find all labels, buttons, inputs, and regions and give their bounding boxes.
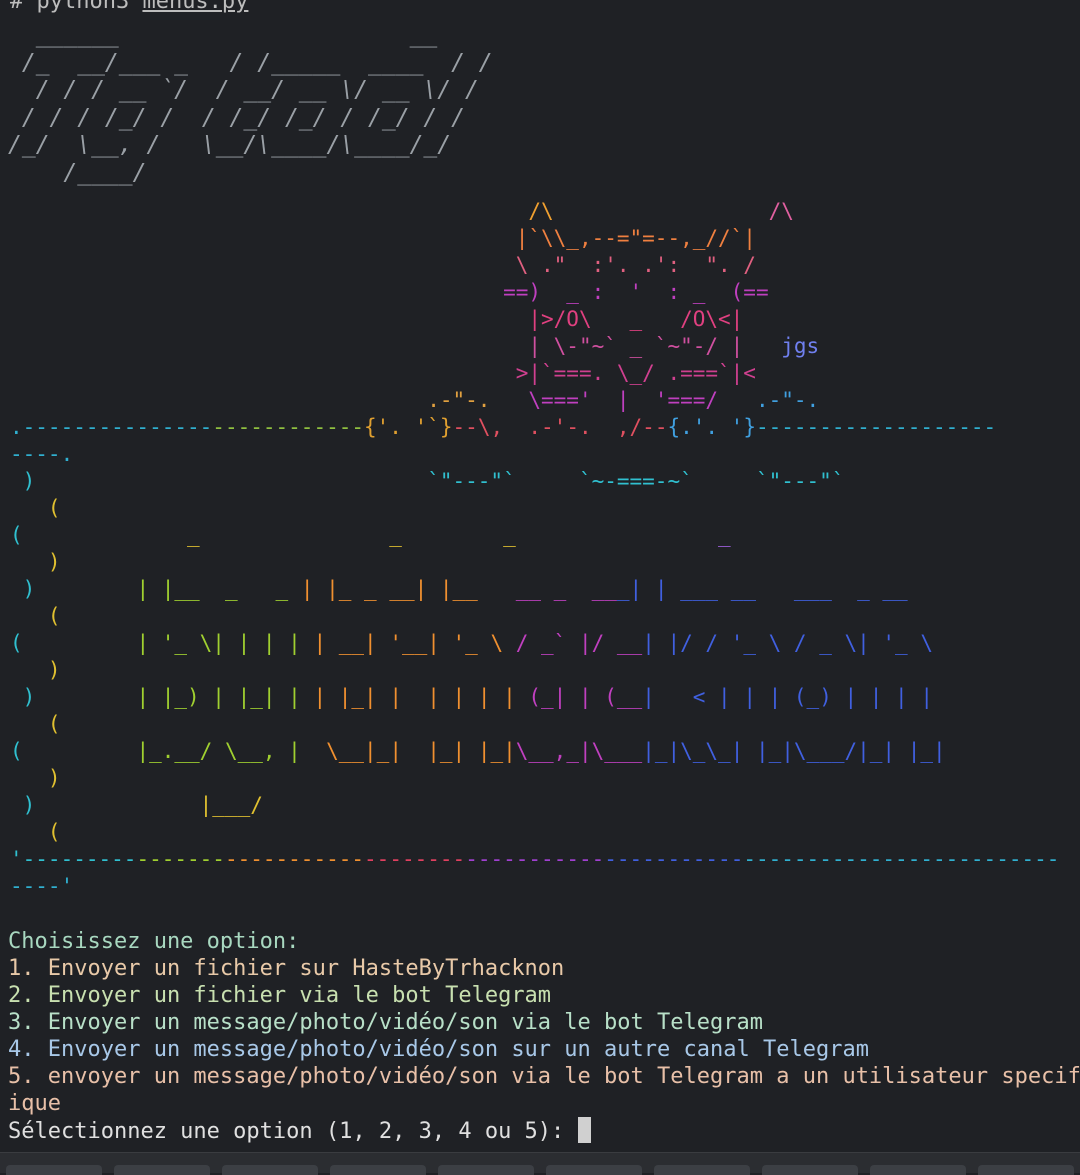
extra-key[interactable]: [978, 1165, 1074, 1175]
script-filename: menus.py: [142, 0, 249, 14]
menu-option-1: 1. Envoyer un fichier sur HasteByTrhackn…: [8, 956, 565, 981]
text-cursor[interactable]: [577, 1117, 591, 1143]
extra-key[interactable]: [762, 1165, 858, 1175]
extra-key[interactable]: [546, 1165, 642, 1175]
logo-line: /_ __/___ _ / /_____ ____ / /: [8, 49, 493, 76]
extra-keys-bar: [0, 1152, 1080, 1175]
logo-line: /____/: [8, 159, 147, 186]
ascii-logo: ______ __ /_ __/___ _ / /_____ ____ / / …: [8, 22, 493, 187]
menu-option-3: 3. Envoyer un message/photo/vidéo/son vi…: [8, 1010, 763, 1035]
extra-key[interactable]: [870, 1165, 966, 1175]
terminal-window: # python3 menus.py ______ __ /_ __/___ _…: [0, 0, 1080, 1152]
menu-heading: Choisissez une option:: [8, 929, 300, 954]
logo-line: ______ __: [8, 22, 438, 48]
input-prompt-line[interactable]: Sélectionnez une option (1, 2, 3, 4 ou 5…: [8, 1117, 1080, 1144]
ascii-cat-banner: /\ /\ |`\\_,--="=--,_//`| \ ." :'. .': "…: [10, 199, 1060, 898]
extra-key[interactable]: [654, 1165, 750, 1175]
logo-line: / / / __ `/ / __/ __ \/ __ \/ /: [8, 77, 479, 103]
extra-key[interactable]: [222, 1165, 318, 1175]
command-line: # python3 menus.py: [10, 0, 248, 15]
menu-option-5-wrap: ique: [8, 1091, 61, 1116]
prompt-text: Sélectionnez une option (1, 2, 3, 4 ou 5…: [8, 1119, 578, 1144]
menu-option-4: 4. Envoyer un message/photo/vidéo/son su…: [8, 1037, 869, 1062]
menu-option-5: 5. envoyer un message/photo/vidéo/son vi…: [8, 1064, 1080, 1089]
logo-line: /_/ \__, / \__/\____/\____/_/: [8, 132, 452, 158]
extra-key[interactable]: [330, 1165, 426, 1175]
extra-key[interactable]: [6, 1165, 102, 1175]
artist-signature: jgs: [781, 334, 820, 358]
extra-key[interactable]: [114, 1165, 210, 1175]
option-menu: Choisissez une option: 1. Envoyer un fic…: [8, 928, 1080, 1144]
extra-key[interactable]: [438, 1165, 534, 1175]
logo-line: / / / /_/ / / /_/ /_/ / /_/ / /: [8, 104, 465, 131]
menu-option-2: 2. Envoyer un fichier via le bot Telegra…: [8, 983, 552, 1008]
